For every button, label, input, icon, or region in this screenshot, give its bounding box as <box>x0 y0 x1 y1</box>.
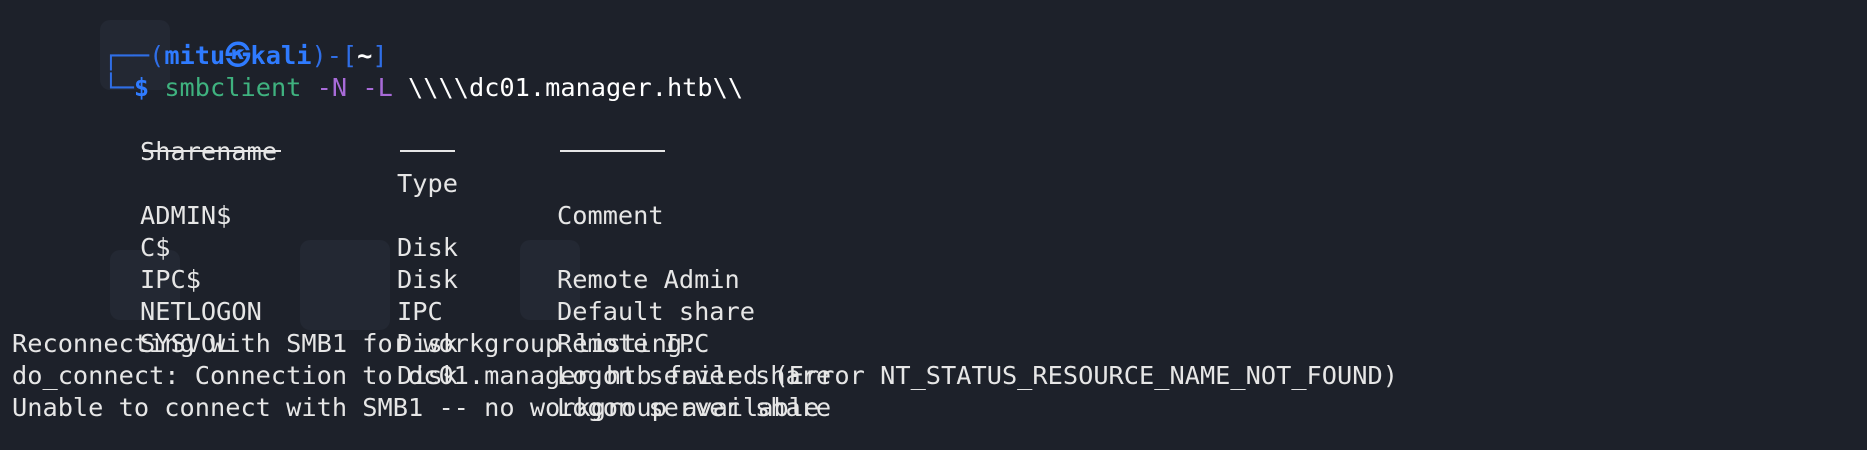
output-line-reconnect: Reconnecting with SMB1 for workgroup lis… <box>12 329 698 358</box>
output-line-connect-error: do_connect: Connection to dc01.manager.h… <box>12 361 1398 390</box>
command-flag-l: -L <box>362 73 393 102</box>
header-underline-type <box>400 150 455 152</box>
prompt-line-top: ┌──(mitu㉿kali)-[~] <box>12 8 387 70</box>
command-program: smbclient <box>164 73 302 102</box>
command-flag-n: -N <box>316 73 348 102</box>
table-row: IPC$ IPC Remote IPC <box>0 232 1867 358</box>
terminal-window[interactable]: ┌──(mitu㉿kali)-[~] └─$ smbclient -N -L \… <box>0 0 1867 450</box>
command-line[interactable]: └─$ smbclient -N -L \\\\dc01.manager.htb… <box>12 40 743 102</box>
table-row: NETLOGON Disk Logon server share <box>0 264 1867 390</box>
output-line-smb1-unavailable: Unable to connect with SMB1 -- no workgr… <box>12 393 820 422</box>
command-target: \\\\dc01.manager.htb\\ <box>408 73 744 102</box>
header-sharename: Sharename <box>140 137 278 166</box>
share-table-header: Sharename Type Comment <box>0 104 1867 230</box>
table-row: ADMIN$ Disk Remote Admin <box>0 168 1867 294</box>
prompt-box-bottom: └─ <box>103 73 134 102</box>
header-underline-comment <box>560 150 665 152</box>
table-row: SYSVOL Disk Logon server share <box>0 296 1867 422</box>
header-underline-sharename <box>143 150 281 152</box>
table-row: C$ Disk Default share <box>0 200 1867 326</box>
prompt-dollar: $ <box>133 73 150 102</box>
